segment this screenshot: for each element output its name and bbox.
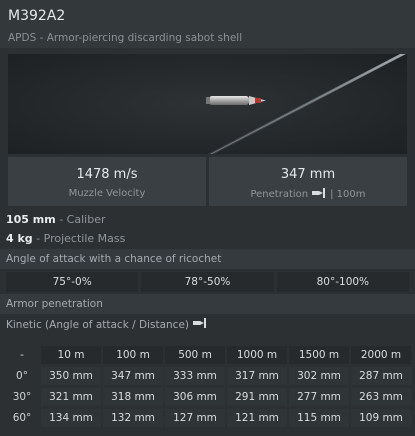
shell-type: APDS - Armor-piercing discarding sabot s… <box>8 32 243 44</box>
penetration-box: 347 mm Penetration | 100m <box>209 157 407 206</box>
column-header: 10 m <box>41 346 101 364</box>
table-corner: - <box>20 349 24 361</box>
spec-mass: 4 kg - Projectile Mass <box>6 232 126 245</box>
table-cell: 302 mm <box>289 367 349 385</box>
muzzle-velocity-label: Muzzle Velocity <box>68 188 146 199</box>
spec-caliber: 105 mm - Caliber <box>6 213 106 226</box>
row-angle: 0° <box>16 370 28 382</box>
shell-penetration-icon <box>312 188 326 201</box>
table-cell: 321 mm <box>41 388 101 406</box>
table-header-row: - 10 m 100 m 500 m 1000 m 1500 m 2000 m <box>5 346 411 364</box>
column-header: 100 m <box>103 346 163 364</box>
shell-penetration-icon <box>193 318 207 331</box>
ricochet-cell: 78°-50% <box>141 272 274 292</box>
row-angle: 60° <box>12 412 32 424</box>
table-cell: 291 mm <box>227 388 287 406</box>
table-row: 60° 134 mm 132 mm 127 mm 121 mm 115 mm 1… <box>5 409 411 427</box>
table-cell: 109 mm <box>351 409 411 427</box>
muzzle-velocity-box: 1478 m/s Muzzle Velocity <box>8 157 206 206</box>
table-cell: 127 mm <box>165 409 225 427</box>
shell-image <box>8 54 407 154</box>
stats-row: 1478 m/s Muzzle Velocity 347 mm Penetrat… <box>8 157 407 206</box>
shell-tooltip: M392A2 APDS - Armor-piercing discarding … <box>0 0 415 436</box>
table-cell: 350 mm <box>41 367 101 385</box>
table-row: 30° 321 mm 318 mm 306 mm 291 mm 277 mm 2… <box>5 388 411 406</box>
table-cell: 347 mm <box>103 367 163 385</box>
specs-list: 105 mm - Caliber 4 kg - Projectile Mass <box>6 210 125 248</box>
table-row: 0° 350 mm 347 mm 333 mm 317 mm 302 mm 28… <box>5 367 411 385</box>
table-cell: 287 mm <box>351 367 411 385</box>
muzzle-velocity-value: 1478 m/s <box>76 167 138 182</box>
table-cell: 121 mm <box>227 409 287 427</box>
penetration-value: 347 mm <box>280 167 336 182</box>
penetration-table: - 10 m 100 m 500 m 1000 m 1500 m 2000 m … <box>3 343 413 430</box>
shell-illustration <box>8 54 407 154</box>
tooltip-header: M392A2 APDS - Armor-piercing discarding … <box>0 0 415 48</box>
column-header: 500 m <box>165 346 225 364</box>
table-cell: 333 mm <box>165 367 225 385</box>
column-header: 1500 m <box>289 346 349 364</box>
penetration-label: Penetration <box>250 189 309 200</box>
kinetic-label: Kinetic (Angle of attack / Distance) <box>6 318 190 331</box>
ricochet-cell: 75°-0% <box>6 272 139 292</box>
row-angle: 30° <box>12 391 32 403</box>
kinetic-label-row: Kinetic (Angle of attack / Distance) <box>6 318 207 331</box>
table-cell: 318 mm <box>103 388 163 406</box>
table-cell: 115 mm <box>289 409 349 427</box>
ricochet-heading: Angle of attack with a chance of ricoche… <box>0 249 415 269</box>
penetration-distance: | 100m <box>330 189 366 200</box>
table-cell: 134 mm <box>41 409 101 427</box>
ricochet-cell: 80°-100% <box>276 272 409 292</box>
table-cell: 263 mm <box>351 388 411 406</box>
armor-heading: Armor penetration <box>0 294 415 314</box>
column-header: 1000 m <box>227 346 287 364</box>
table-cell: 277 mm <box>289 388 349 406</box>
shell-name: M392A2 <box>8 8 66 24</box>
ricochet-row: 75°-0% 78°-50% 80°-100% <box>6 272 409 292</box>
table-cell: 317 mm <box>227 367 287 385</box>
table-cell: 306 mm <box>165 388 225 406</box>
table-cell: 132 mm <box>103 409 163 427</box>
column-header: 2000 m <box>351 346 411 364</box>
